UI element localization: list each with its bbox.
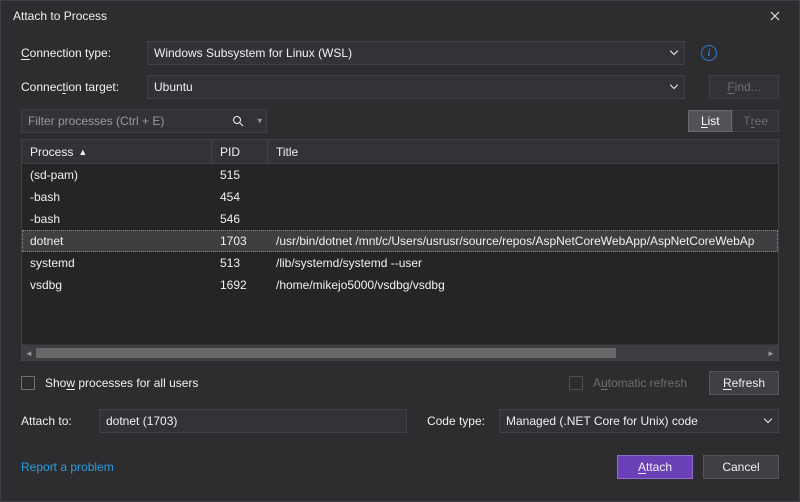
connection-type-value: Windows Subsystem for Linux (WSL) — [154, 46, 352, 60]
connection-type-dropdown[interactable]: Windows Subsystem for Linux (WSL) — [147, 41, 685, 65]
chevron-down-icon[interactable]: ▾ — [257, 116, 262, 127]
cell-process: dotnet — [22, 234, 212, 248]
filter-processes-input[interactable]: Filter processes (Ctrl + E) ▾ — [21, 109, 267, 133]
table-row[interactable]: vsdbg1692/home/mikejo5000/vsdbg/vsdbg — [22, 274, 778, 296]
cell-process: -bash — [22, 190, 212, 204]
column-header-pid[interactable]: PID — [212, 140, 268, 163]
filter-placeholder: Filter processes (Ctrl + E) — [28, 114, 164, 128]
cell-title: /usr/bin/dotnet /mnt/c/Users/usrusr/sour… — [268, 234, 778, 248]
code-type-label: Code type: — [417, 414, 489, 428]
cancel-button[interactable]: Cancel — [703, 455, 779, 479]
cell-pid: 513 — [212, 256, 268, 270]
grid-header: Process▲ PID Title — [22, 140, 778, 164]
info-icon[interactable]: i — [701, 45, 717, 61]
find-button[interactable]: Find... — [709, 75, 779, 99]
cell-title: /home/mikejo5000/vsdbg/vsdbg — [268, 278, 778, 292]
table-row[interactable]: -bash546 — [22, 208, 778, 230]
show-all-users-label: Show processes for all users — [45, 376, 198, 390]
chevron-down-icon — [670, 85, 678, 90]
sort-ascending-icon: ▲ — [78, 147, 87, 157]
scroll-right-icon[interactable]: ► — [764, 345, 778, 361]
view-tree-button[interactable]: Tree — [732, 110, 779, 132]
automatic-refresh-label: Automatic refresh — [593, 376, 687, 390]
cell-title: /lib/systemd/systemd --user — [268, 256, 778, 270]
connection-target-label: Connection target: — [21, 80, 139, 94]
table-row[interactable]: systemd513/lib/systemd/systemd --user — [22, 252, 778, 274]
cell-process: (sd-pam) — [22, 168, 212, 182]
grid-body[interactable]: (sd-pam)515-bash454-bash546dotnet1703/us… — [22, 164, 778, 344]
close-button[interactable] — [759, 4, 791, 28]
view-list-button[interactable]: List — [688, 110, 732, 132]
table-row[interactable]: (sd-pam)515 — [22, 164, 778, 186]
code-type-dropdown[interactable]: Managed (.NET Core for Unix) code — [499, 409, 779, 433]
column-header-title[interactable]: Title — [268, 140, 778, 163]
code-type-value: Managed (.NET Core for Unix) code — [506, 414, 698, 428]
connection-type-label: Connection type: — [21, 46, 139, 60]
cell-pid: 1692 — [212, 278, 268, 292]
column-header-process[interactable]: Process▲ — [22, 140, 212, 163]
cell-process: -bash — [22, 212, 212, 226]
dialog-title: Attach to Process — [13, 9, 759, 23]
table-row[interactable]: -bash454 — [22, 186, 778, 208]
cell-pid: 546 — [212, 212, 268, 226]
close-icon — [770, 11, 780, 21]
attach-to-input[interactable]: dotnet (1703) — [99, 409, 407, 433]
cell-pid: 454 — [212, 190, 268, 204]
automatic-refresh-checkbox[interactable] — [569, 376, 583, 390]
search-icon — [232, 115, 244, 127]
chevron-down-icon — [764, 419, 772, 424]
connection-target-dropdown[interactable]: Ubuntu — [147, 75, 685, 99]
connection-target-value: Ubuntu — [154, 80, 193, 94]
titlebar: Attach to Process — [1, 1, 799, 31]
chevron-down-icon — [670, 51, 678, 56]
table-row[interactable]: dotnet1703/usr/bin/dotnet /mnt/c/Users/u… — [22, 230, 778, 252]
attach-to-value: dotnet (1703) — [106, 414, 177, 428]
scroll-left-icon[interactable]: ◄ — [22, 345, 36, 361]
report-problem-link[interactable]: Report a problem — [21, 460, 114, 474]
cell-pid: 1703 — [212, 234, 268, 248]
attach-button[interactable]: Attach — [617, 455, 693, 479]
show-all-users-checkbox[interactable] — [21, 376, 35, 390]
cell-pid: 515 — [212, 168, 268, 182]
cell-process: systemd — [22, 256, 212, 270]
process-grid: Process▲ PID Title (sd-pam)515-bash454-b… — [21, 139, 779, 361]
view-toggle: List Tree — [688, 110, 779, 132]
attach-to-process-dialog: Attach to Process Connection type: Windo… — [0, 0, 800, 502]
horizontal-scrollbar[interactable]: ◄ ► — [22, 344, 778, 360]
scroll-thumb[interactable] — [36, 348, 616, 358]
attach-to-label: Attach to: — [21, 414, 89, 428]
cell-process: vsdbg — [22, 278, 212, 292]
refresh-button[interactable]: Refresh — [709, 371, 779, 395]
